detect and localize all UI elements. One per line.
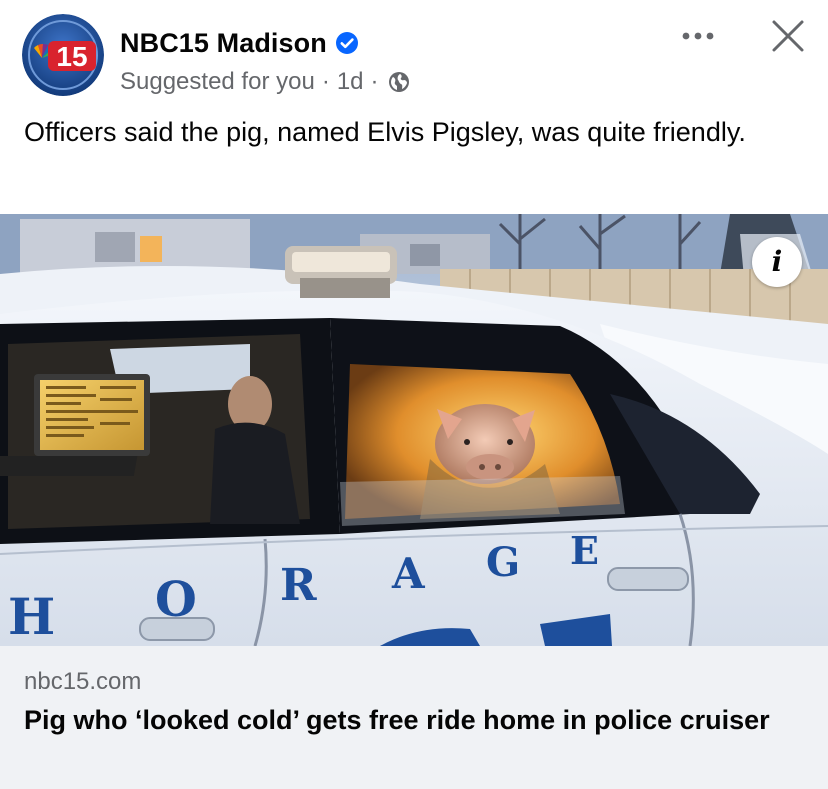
page-name-row: NBC15 Madison — [120, 26, 359, 60]
suggested-label: Suggested for you — [120, 68, 315, 95]
post-header: 15 NBC15 Madison Suggested for you · 1d … — [0, 0, 828, 108]
car-letter: R — [280, 560, 317, 611]
info-icon: i — [771, 245, 783, 278]
more-options-button[interactable] — [676, 20, 720, 52]
car-letter: G — [486, 539, 520, 586]
post-timestamp[interactable]: 1d — [337, 68, 364, 96]
globe-icon[interactable] — [388, 71, 410, 93]
car-letter: E — [570, 528, 599, 573]
photo-info-button[interactable]: i — [752, 237, 802, 287]
post-photo[interactable]: H O R A G E — [0, 214, 828, 646]
car-letter: H — [8, 587, 55, 646]
page-avatar[interactable]: 15 — [22, 14, 104, 96]
avatar-logo-text: 15 — [56, 41, 87, 72]
post-meta: Suggested for you · 1d · — [120, 66, 410, 98]
verified-badge-icon — [335, 31, 359, 55]
link-domain: nbc15.com — [24, 668, 142, 695]
page-name-link[interactable]: NBC15 Madison — [120, 28, 327, 59]
meta-separator: · — [321, 68, 330, 95]
meta-separator: · — [370, 68, 379, 95]
post-message: Officers said the pig, named Elvis Pigsl… — [24, 117, 746, 147]
more-options-icon — [682, 32, 714, 40]
nbc15-logo-icon: 15 — [22, 14, 104, 96]
close-icon — [772, 20, 804, 52]
link-preview-card[interactable]: nbc15.com Pig who ‘looked cold’ gets fre… — [0, 646, 828, 789]
pig-in-police-car-image: H O R A G E — [0, 214, 828, 646]
close-button[interactable] — [766, 14, 810, 58]
car-letter: O — [155, 572, 197, 628]
link-headline[interactable]: Pig who ‘looked cold’ gets free ride hom… — [24, 701, 784, 740]
car-letter: A — [391, 549, 426, 598]
